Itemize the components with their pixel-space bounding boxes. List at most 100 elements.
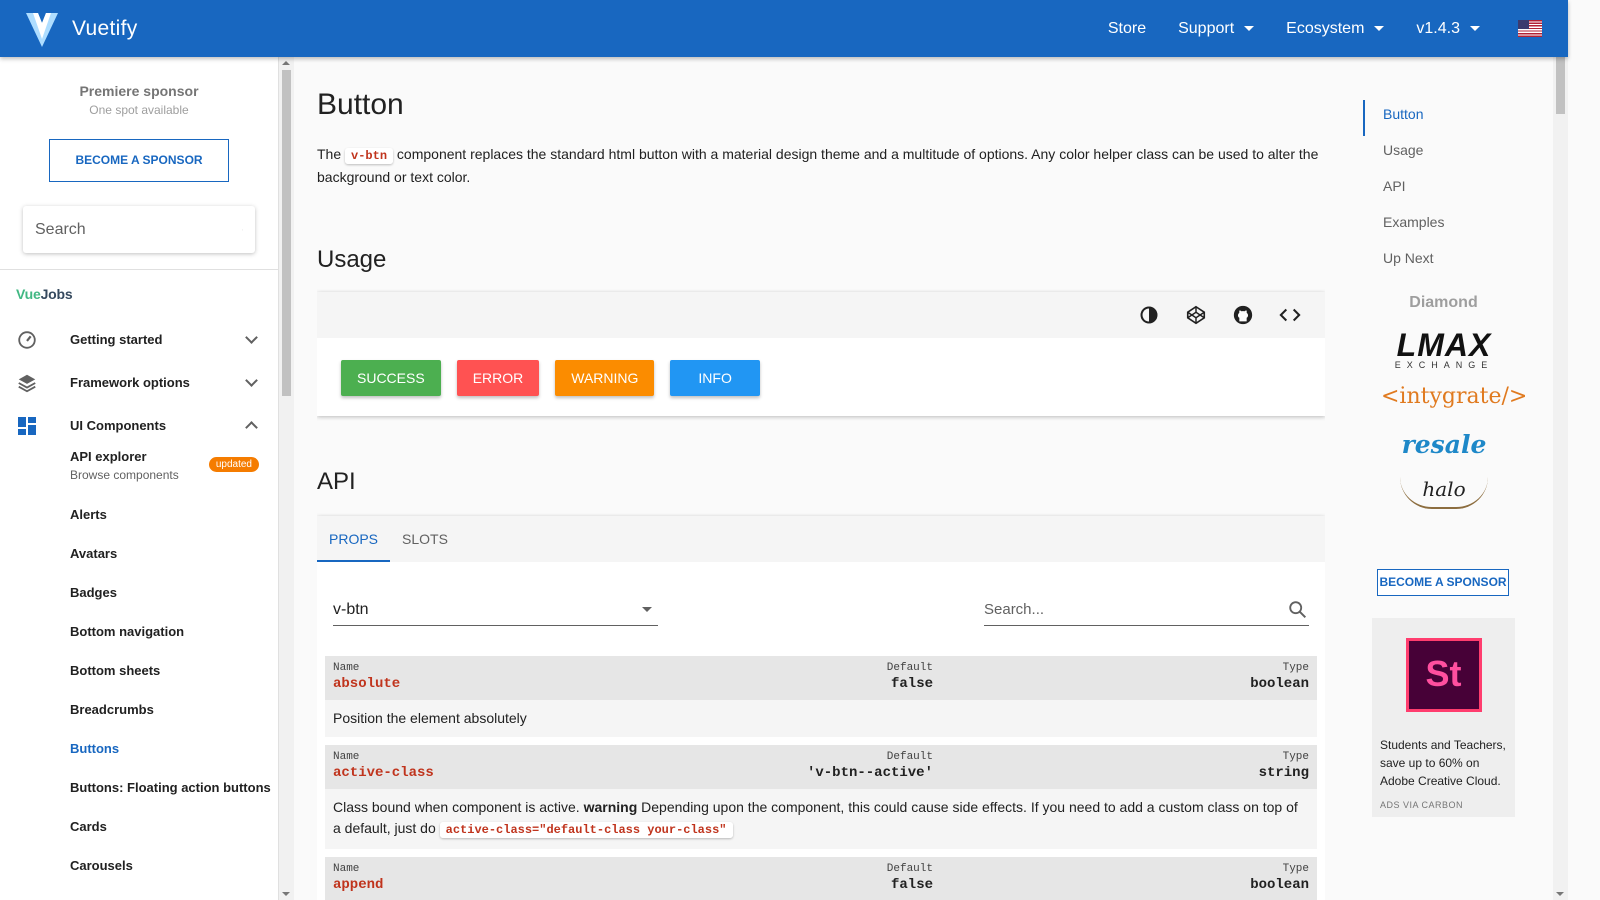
- scroll-down-arrow-icon[interactable]: [282, 892, 290, 896]
- prop-name-col: Name append: [333, 863, 633, 900]
- info-button[interactable]: INFO: [670, 360, 760, 396]
- sidebar-item-badges[interactable]: Badges: [0, 573, 278, 612]
- prop-default: false: [890, 877, 933, 893]
- sidebar-item-avatars[interactable]: Avatars: [0, 534, 278, 573]
- sidebar-item-breadcrumbs[interactable]: Breadcrumbs: [0, 690, 278, 729]
- error-button[interactable]: ERROR: [456, 360, 540, 396]
- toc-item-api[interactable]: API: [1363, 172, 1543, 208]
- prop-type-col: Type string: [933, 751, 1309, 789]
- prop-default-col: Default false: [633, 863, 933, 900]
- prop-type-col: Type boolean: [933, 662, 1309, 700]
- prop-row: Name active-class Default'v-btn--active' …: [325, 745, 1317, 849]
- caret-down-icon: [642, 607, 652, 612]
- updated-badge: updated: [208, 457, 259, 472]
- sidebar-item-bottom-sheets[interactable]: Bottom sheets: [0, 651, 278, 690]
- component-select[interactable]: v-btn: [333, 594, 658, 626]
- prop-description: Position the element absolutely: [325, 700, 1317, 737]
- intygrate-logo[interactable]: <intygrate/>: [1381, 384, 1527, 409]
- sidebar-item-carousels[interactable]: Carousels: [0, 846, 278, 885]
- prop-default: 'v-btn--active': [806, 765, 933, 781]
- component-select-value: v-btn: [333, 600, 369, 618]
- api-card: PROPS SLOTS v-btn Name absolute Default fa…: [317, 516, 1325, 900]
- resale-logo[interactable]: resale: [1381, 430, 1507, 459]
- code-tags-icon[interactable]: [1279, 304, 1301, 326]
- tab-slots[interactable]: SLOTS: [390, 516, 460, 562]
- sidebar-group-ui-components[interactable]: UI Components: [0, 406, 278, 445]
- search-icon[interactable]: [1287, 599, 1309, 621]
- scroll-up-arrow-icon[interactable]: [282, 61, 290, 65]
- intro-text: The v-btn component replaces the standar…: [317, 144, 1325, 188]
- carbon-ad-text[interactable]: Students and Teachers, save up to 60% on…: [1372, 736, 1515, 790]
- nav-ecosystem[interactable]: Ecosystem: [1270, 0, 1400, 57]
- codepen-icon[interactable]: [1185, 304, 1207, 326]
- nav-support-label: Support: [1178, 19, 1235, 37]
- props-search: [984, 594, 1309, 626]
- sidebar-scrollbar[interactable]: [279, 57, 294, 900]
- sidebar-group-label: Framework options: [70, 375, 190, 390]
- chevron-up-icon: [245, 421, 258, 434]
- toc-item-examples[interactable]: Examples: [1363, 208, 1543, 244]
- nav-store[interactable]: Store: [1092, 0, 1162, 57]
- toc-item-up-next[interactable]: Up Next: [1363, 244, 1543, 280]
- us-flag-icon[interactable]: [1518, 20, 1542, 37]
- nav-version[interactable]: v1.4.3: [1400, 0, 1496, 57]
- sidebar-item-alerts[interactable]: Alerts: [0, 495, 278, 534]
- prop-header: Name append Default false Type boolean: [325, 857, 1317, 900]
- scrollbar-thumb[interactable]: [282, 70, 291, 396]
- sidebar-item-fab[interactable]: Buttons: Floating action buttons: [0, 768, 278, 807]
- vuejobs-logo-part-b: Jobs: [40, 286, 73, 302]
- prop-name: append: [333, 877, 384, 893]
- prop-default-col: Default 'v-btn--active': [633, 751, 933, 789]
- nav-support[interactable]: Support: [1162, 0, 1270, 57]
- sidebar-item-api-explorer[interactable]: API explorer Browse components updated: [0, 445, 278, 495]
- success-button[interactable]: SUCCESS: [341, 360, 441, 396]
- button-examples: SUCCESS ERROR WARNING INFO: [317, 338, 1325, 418]
- nav-version-label: v1.4.3: [1416, 19, 1460, 37]
- halo-logo[interactable]: halo: [1400, 477, 1488, 509]
- become-sponsor-button[interactable]: BECOME A SPONSOR: [49, 139, 229, 182]
- vuejobs-logo[interactable]: VueJobs: [16, 286, 278, 302]
- tab-props[interactable]: PROPS: [317, 516, 391, 562]
- warning-button[interactable]: WARNING: [555, 360, 655, 396]
- prop-name: active-class: [333, 765, 434, 781]
- vuetify-logo[interactable]: Vuetify: [24, 9, 138, 49]
- page-scrollbar[interactable]: [1553, 0, 1568, 900]
- caret-down-icon: [1244, 26, 1255, 31]
- nav-ecosystem-label: Ecosystem: [1286, 19, 1365, 37]
- invert-colors-icon[interactable]: [1138, 304, 1160, 326]
- toc-item-button[interactable]: Button: [1363, 100, 1543, 136]
- api-controls: v-btn: [317, 562, 1325, 626]
- prop-type-label: Type: [1282, 751, 1309, 763]
- warning-label: warning: [583, 799, 638, 815]
- sidebar-item-bottom-navigation[interactable]: Bottom navigation: [0, 612, 278, 651]
- sidebar-item-buttons[interactable]: Buttons: [0, 729, 278, 768]
- sidebar-item-cards[interactable]: Cards: [0, 807, 278, 846]
- prop-header: Name absolute Default false Type boolean: [325, 656, 1317, 700]
- adobe-stock-logo[interactable]: St: [1405, 638, 1482, 712]
- api-tabs: PROPS SLOTS: [317, 516, 1325, 562]
- carbon-ad-via[interactable]: ADS VIA CARBON: [1372, 800, 1515, 810]
- sidebar-group-getting-started[interactable]: Getting started: [0, 320, 278, 359]
- search-input[interactable]: [35, 220, 242, 239]
- prop-row: Name absolute Default false Type boolean Po…: [325, 656, 1317, 737]
- prop-default-label: Default: [886, 863, 933, 875]
- inline-code: v-btn: [345, 148, 394, 164]
- inline-code: active-class="default-class your-class": [439, 822, 733, 838]
- scroll-down-arrow-icon[interactable]: [1556, 892, 1564, 896]
- search-icon[interactable]: [242, 219, 243, 241]
- sidebar-divider: [0, 269, 278, 270]
- lmax-exchange-logo[interactable]: LMAX EXCHANGE: [1381, 329, 1507, 370]
- sidebar-group-framework-options[interactable]: Framework options: [0, 363, 278, 402]
- toc-item-usage[interactable]: Usage: [1363, 136, 1543, 172]
- layers-icon: [16, 372, 38, 394]
- intro-text-part: component replaces the standard html but…: [317, 146, 1319, 185]
- table-of-contents: Button Usage API Examples Up Next: [1363, 100, 1543, 280]
- prop-name-label: Name: [333, 863, 360, 875]
- become-sponsor-button-right[interactable]: BECOME A SPONSOR: [1377, 569, 1509, 596]
- props-search-input[interactable]: [984, 601, 1287, 618]
- carbon-ad[interactable]: St Students and Teachers, save up to 60%…: [1372, 618, 1515, 817]
- prop-default-label: Default: [886, 751, 933, 763]
- sidebar-search: [23, 206, 255, 253]
- github-icon[interactable]: [1232, 304, 1254, 326]
- prop-type: boolean: [1250, 676, 1309, 692]
